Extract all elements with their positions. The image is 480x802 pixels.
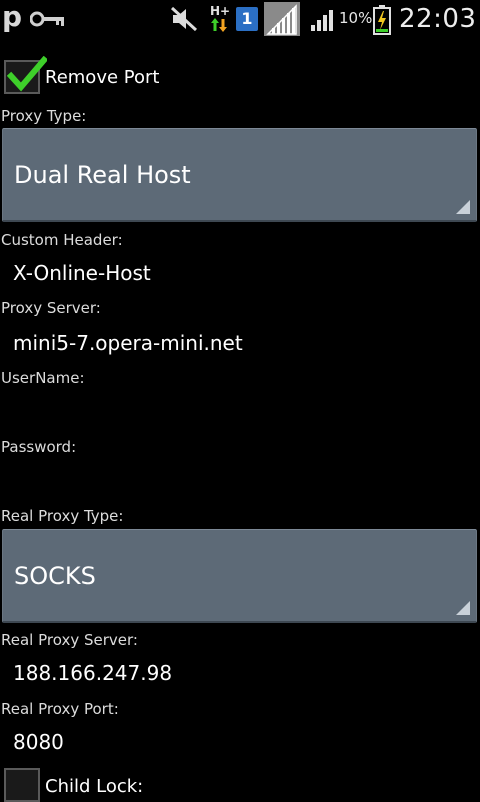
h-plus-data-icon: H+ <box>209 5 231 33</box>
status-bar: p H+ 1 10% 22:03 <box>0 0 480 38</box>
clock: 22:03 <box>399 4 477 34</box>
real-proxy-type-label: Real Proxy Type: <box>1 507 124 525</box>
remove-port-checkbox[interactable] <box>4 56 47 94</box>
network-type-label: H+ <box>210 4 231 18</box>
proxy-server-label: Proxy Server: <box>1 299 101 317</box>
key-icon <box>29 10 66 32</box>
real-proxy-type-value: SOCKS <box>14 562 96 590</box>
password-label: Password: <box>1 438 77 456</box>
proxy-type-value: Dual Real Host <box>14 161 191 189</box>
dropdown-corner-icon <box>456 601 470 615</box>
proxy-type-dropdown[interactable]: Dual Real Host <box>2 128 477 222</box>
remove-port-label[interactable]: Remove Port <box>45 67 159 89</box>
proxy-type-label: Proxy Type: <box>1 107 87 125</box>
real-proxy-port-field[interactable]: 8080 <box>13 729 64 755</box>
child-lock-checkbox[interactable] <box>4 768 40 802</box>
child-lock-label[interactable]: Child Lock: <box>45 776 143 798</box>
real-proxy-port-label: Real Proxy Port: <box>1 700 119 718</box>
battery-charging-icon <box>373 5 391 39</box>
custom-header-label: Custom Header: <box>1 231 123 249</box>
real-proxy-type-dropdown[interactable]: SOCKS <box>2 529 477 623</box>
password-field[interactable] <box>13 466 473 492</box>
mute-icon <box>170 6 198 36</box>
checkmark-icon <box>7 56 47 92</box>
sim-1-icon: 1 <box>236 7 258 31</box>
dropdown-corner-icon <box>456 200 470 214</box>
real-proxy-server-field[interactable]: 188.166.247.98 <box>13 660 172 686</box>
battery-percent: 10% <box>339 9 373 27</box>
signal-2-icon <box>310 7 338 35</box>
signal-icon <box>264 2 300 36</box>
real-proxy-server-label: Real Proxy Server: <box>1 631 138 649</box>
p-icon: p <box>2 0 23 33</box>
username-field[interactable] <box>13 398 473 424</box>
username-label: UserName: <box>1 369 85 387</box>
custom-header-field[interactable]: X-Online-Host <box>13 260 151 286</box>
proxy-server-field[interactable]: mini5-7.opera-mini.net <box>13 330 243 356</box>
